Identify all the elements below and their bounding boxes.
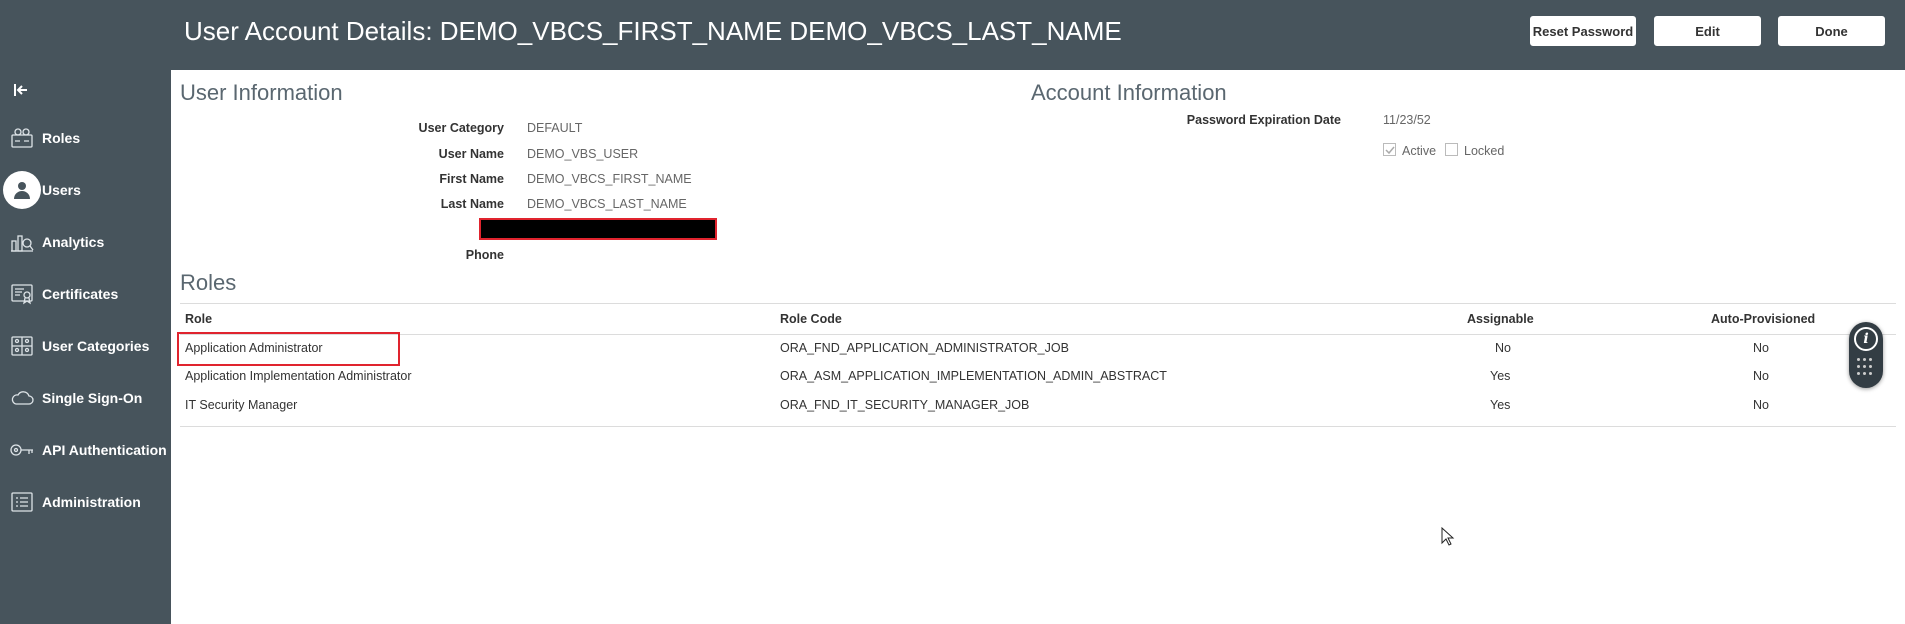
highlight-box xyxy=(177,332,400,366)
info-icon[interactable]: i xyxy=(1854,327,1878,351)
role-assignable: Yes xyxy=(1490,398,1511,412)
collapse-left-icon[interactable] xyxy=(12,80,32,100)
sidebar-item-user-categories[interactable]: User Categories xyxy=(0,326,171,366)
role-code: ORA_FND_APPLICATION_ADMINISTRATOR_JOB xyxy=(780,341,1069,355)
sidebar-item-certificates[interactable]: Certificates xyxy=(0,274,171,314)
sidebar-item-label: Roles xyxy=(42,130,81,146)
done-button[interactable]: Done xyxy=(1778,16,1885,46)
last-name-value: DEMO_VBCS_LAST_NAME xyxy=(527,197,687,211)
administration-icon xyxy=(8,488,36,516)
sidebar-item-label: Users xyxy=(42,182,81,198)
sidebar-item-analytics[interactable]: Analytics xyxy=(0,222,171,262)
sidebar-item-label: API Authentication xyxy=(42,442,167,458)
sidebar: Roles Users Analytics Certificates User … xyxy=(0,70,171,624)
last-name-label: Last Name xyxy=(440,197,504,211)
role-name[interactable]: Application Implementation Administrator xyxy=(185,369,412,383)
floating-help-widget: i xyxy=(1849,322,1883,388)
user-information-title: User Information xyxy=(180,80,343,105)
role-assignable: Yes xyxy=(1490,369,1511,383)
sidebar-item-label: User Categories xyxy=(42,338,150,354)
user-name-label: User Name xyxy=(438,147,504,161)
locked-label: Locked xyxy=(1464,144,1505,158)
roles-header-top-rule xyxy=(180,303,1896,304)
column-header-role[interactable]: Role xyxy=(185,312,212,326)
first-name-label: First Name xyxy=(439,172,504,186)
edit-button[interactable]: Edit xyxy=(1654,16,1761,46)
role-code: ORA_FND_IT_SECURITY_MANAGER_JOB xyxy=(780,398,1030,412)
grid-dots-icon[interactable] xyxy=(1857,358,1875,380)
sidebar-item-api-authentication[interactable]: API Authentication xyxy=(0,430,171,470)
column-header-role-code[interactable]: Role Code xyxy=(780,312,842,326)
sidebar-item-administration[interactable]: Administration xyxy=(0,482,171,522)
user-name-value: DEMO_VBS_USER xyxy=(527,147,639,161)
role-code: ORA_ASM_APPLICATION_IMPLEMENTATION_ADMIN… xyxy=(780,369,1167,383)
role-auto-provisioned: No xyxy=(1753,341,1769,355)
analytics-icon xyxy=(8,228,36,256)
page-title: User Account Details: DEMO_VBCS_FIRST_NA… xyxy=(184,16,1122,46)
account-information-title: Account Information xyxy=(1031,80,1227,105)
redacted-email-field xyxy=(479,218,717,240)
first-name-value: DEMO_VBCS_FIRST_NAME xyxy=(527,172,692,186)
active-checkbox[interactable] xyxy=(1383,143,1396,156)
active-label: Active xyxy=(1402,144,1437,158)
column-header-auto-provisioned[interactable]: Auto-Provisioned xyxy=(1711,312,1815,326)
page-header: User Account Details: DEMO_VBCS_FIRST_NA… xyxy=(0,0,1905,70)
certificate-icon xyxy=(8,280,36,308)
sidebar-item-label: Single Sign-On xyxy=(42,390,143,406)
roles-icon xyxy=(8,124,36,152)
user-category-label: User Category xyxy=(418,121,504,135)
role-auto-provisioned: No xyxy=(1753,398,1769,412)
column-header-assignable[interactable]: Assignable xyxy=(1467,312,1534,326)
mouse-cursor-icon xyxy=(1441,526,1455,552)
role-assignable: No xyxy=(1495,341,1511,355)
role-name[interactable]: IT Security Manager xyxy=(185,398,297,412)
user-category-value: DEFAULT xyxy=(527,121,583,135)
user-categories-icon xyxy=(8,332,36,360)
sidebar-item-users[interactable]: Users xyxy=(0,170,171,210)
cloud-icon xyxy=(8,384,36,412)
roles-header-bottom-rule xyxy=(180,334,1896,335)
key-icon xyxy=(8,436,36,464)
locked-checkbox[interactable] xyxy=(1445,143,1458,156)
sidebar-item-roles[interactable]: Roles xyxy=(0,118,171,158)
phone-label: Phone xyxy=(465,248,504,262)
main-content: User Information User Category DEFAULT U… xyxy=(171,70,1905,624)
sidebar-item-label: Administration xyxy=(42,494,141,510)
password-expiration-value: 11/23/52 xyxy=(1383,113,1431,127)
password-expiration-label: Password Expiration Date xyxy=(1186,113,1341,127)
sidebar-item-label: Certificates xyxy=(42,286,119,302)
roles-table-bottom-rule xyxy=(180,426,1896,427)
user-icon xyxy=(3,171,41,209)
roles-title: Roles xyxy=(180,270,237,295)
sidebar-item-single-sign-on[interactable]: Single Sign-On xyxy=(0,378,171,418)
sidebar-item-label: Analytics xyxy=(42,234,105,250)
role-auto-provisioned: No xyxy=(1753,369,1769,383)
reset-password-button[interactable]: Reset Password xyxy=(1530,16,1636,46)
